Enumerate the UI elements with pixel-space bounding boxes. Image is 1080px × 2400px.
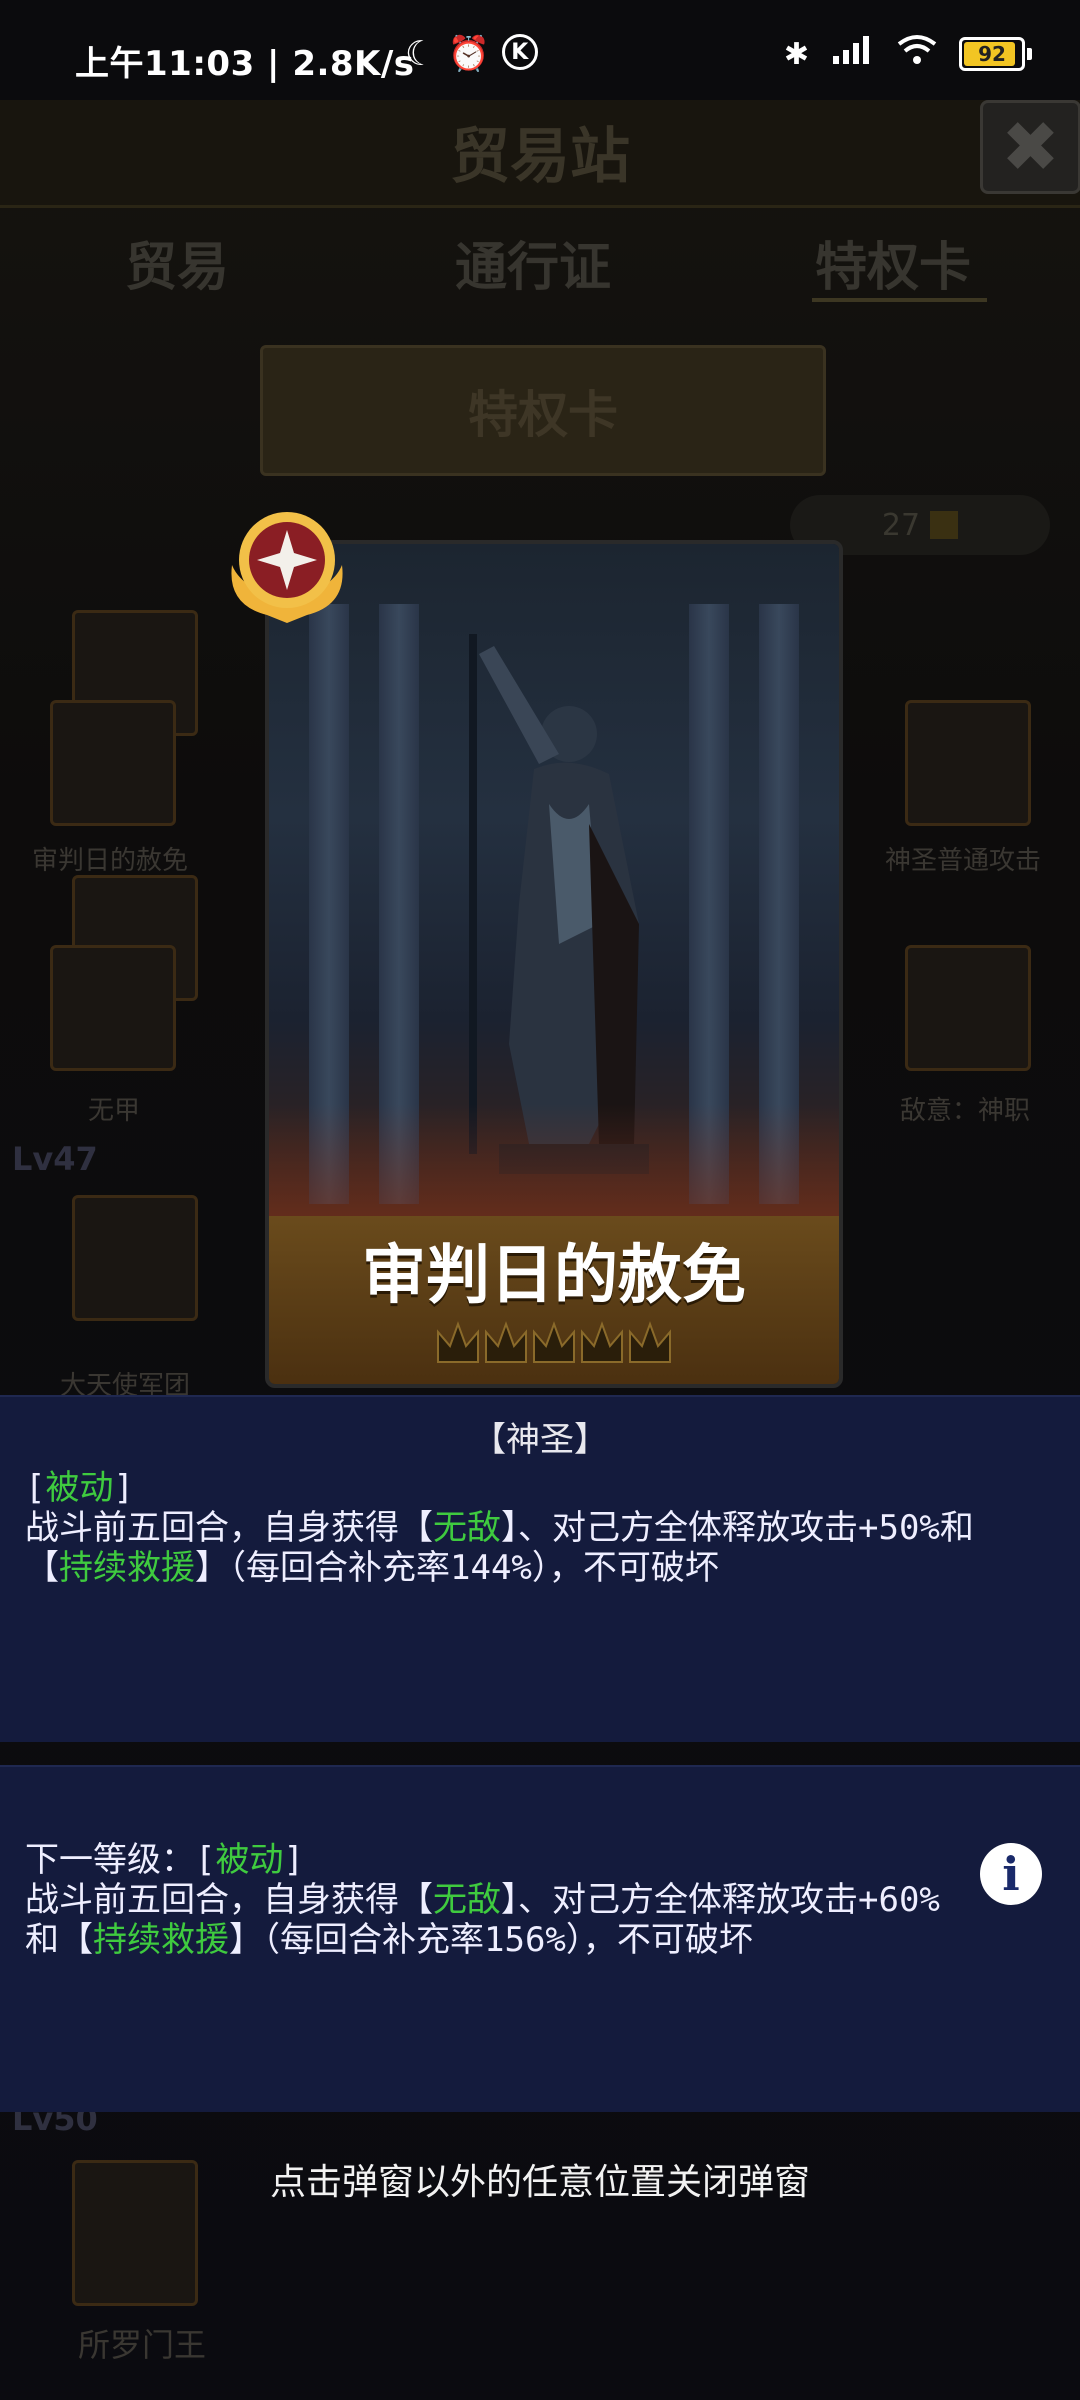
keyword-sustained-rescue: 持续救援 [93,1920,229,1960]
battery-percent: 92 [978,42,1006,66]
status-icons-right: ✱ 92 [784,34,1032,74]
card-name: 审判日的赦免 [362,1239,746,1313]
crown-icon [629,1321,671,1363]
alarm-icon: ⏰ [447,34,490,74]
battery-indicator: 92 [959,37,1032,71]
status-time-speed: 上午11:03 | 2.8K/s [75,44,415,84]
tab-privilege-card[interactable]: 特权卡 [815,225,971,300]
tab-pass[interactable]: 通行证 [455,225,611,300]
bluetooth-icon: ✱ [783,36,809,72]
card-artwork [269,544,839,1224]
moon-icon: ☾ [405,34,436,74]
card-slot[interactable] [72,1195,198,1321]
info-icon[interactable]: i [980,1843,1042,1905]
holy-rank-badge-icon [231,512,343,623]
card-label: 神圣普通攻击 [885,846,1042,876]
card-popup: 审判日的赦免 [265,540,843,1388]
status-bar: 上午11:03 | 2.8K/s ☾ ⏰ K ✱ 92 [0,0,1080,115]
close-icon: ✖ [1001,106,1060,188]
page-title: 贸易站 [450,122,630,192]
active-tab-underline [812,298,987,302]
level-label: Lv47 [12,1140,98,1178]
card-label: 敌意：神职 [900,1096,1031,1126]
close-popup-hint: 点击弹窗以外的任意位置关闭弹窗 [269,2162,810,2203]
close-button[interactable]: ✖ [980,100,1080,194]
card-label: 审判日的赦免 [32,846,189,876]
skill-desc-line-2: 【持续救援】（每回合补充率144%），不可破坏 [25,1548,719,1588]
tab-trade[interactable]: 贸易 [125,225,229,300]
card-slot[interactable] [905,945,1031,1071]
card-label: 无甲 [88,1096,141,1126]
crown-icon [485,1321,527,1363]
card-slot[interactable] [50,945,176,1071]
wifi-icon [897,34,937,74]
crown-icon [533,1321,575,1363]
cellular-signal-icon [831,34,875,74]
section-banner: 特权卡 [260,345,826,476]
statue-figure [469,634,649,1174]
crown-icon [437,1321,479,1363]
next-level-desc-line-2: 和【持续救援】（每回合补充率156%），不可破坏 [25,1920,753,1960]
coin-icon [930,511,959,539]
keyword-sustained-rescue: 持续救援 [59,1548,195,1588]
crown-icon [581,1321,623,1363]
card-label: 所罗门王 [78,2326,207,2364]
card-category: 【神圣】 [472,1420,608,1460]
k-app-icon: K [501,34,538,70]
status-icons-left: ☾ ⏰ K [405,34,538,74]
card-slot[interactable] [905,700,1031,826]
crown-rank-icons [437,1321,671,1363]
card-slot[interactable] [50,700,176,826]
coin-count: 27 [881,507,921,543]
